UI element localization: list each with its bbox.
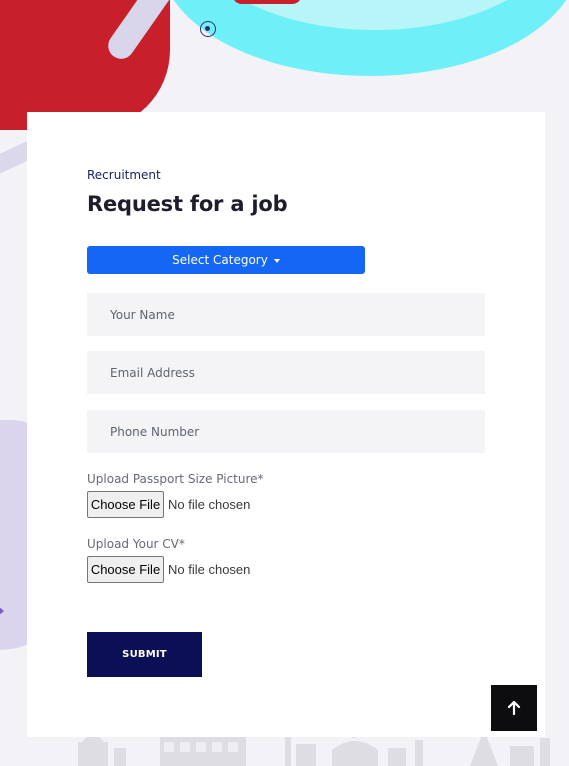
form-title: Request for a job: [87, 192, 288, 216]
purple-arrow-decoration: [0, 605, 4, 617]
picture-file-status: No file chosen: [168, 497, 251, 512]
cv-file-status: No file chosen: [168, 562, 251, 577]
submit-button[interactable]: SUBMIT: [87, 632, 202, 677]
select-category-label: Select Category: [172, 253, 268, 267]
cv-file-input: Choose File No file chosen: [87, 556, 250, 583]
picture-file-input: Choose File No file chosen: [87, 491, 250, 518]
email-input[interactable]: [87, 351, 485, 394]
scroll-to-top-button[interactable]: [491, 685, 537, 731]
cv-upload-label: Upload Your CV*: [87, 537, 185, 551]
red-shape-decoration: [232, 0, 302, 4]
picture-choose-file-button[interactable]: Choose File: [87, 491, 164, 518]
arrow-up-icon: [507, 700, 521, 716]
section-eyebrow: Recruitment: [87, 168, 161, 182]
select-category-dropdown[interactable]: Select Category: [87, 246, 365, 274]
ring-dot-decoration: [200, 21, 216, 37]
job-request-form-card: Recruitment Request for a job Select Cat…: [27, 112, 545, 737]
picture-upload-label: Upload Passport Size Picture*: [87, 472, 264, 486]
name-input[interactable]: [87, 293, 485, 336]
cv-choose-file-button[interactable]: Choose File: [87, 556, 164, 583]
phone-input[interactable]: [87, 410, 485, 453]
caret-down-icon: [273, 258, 280, 263]
